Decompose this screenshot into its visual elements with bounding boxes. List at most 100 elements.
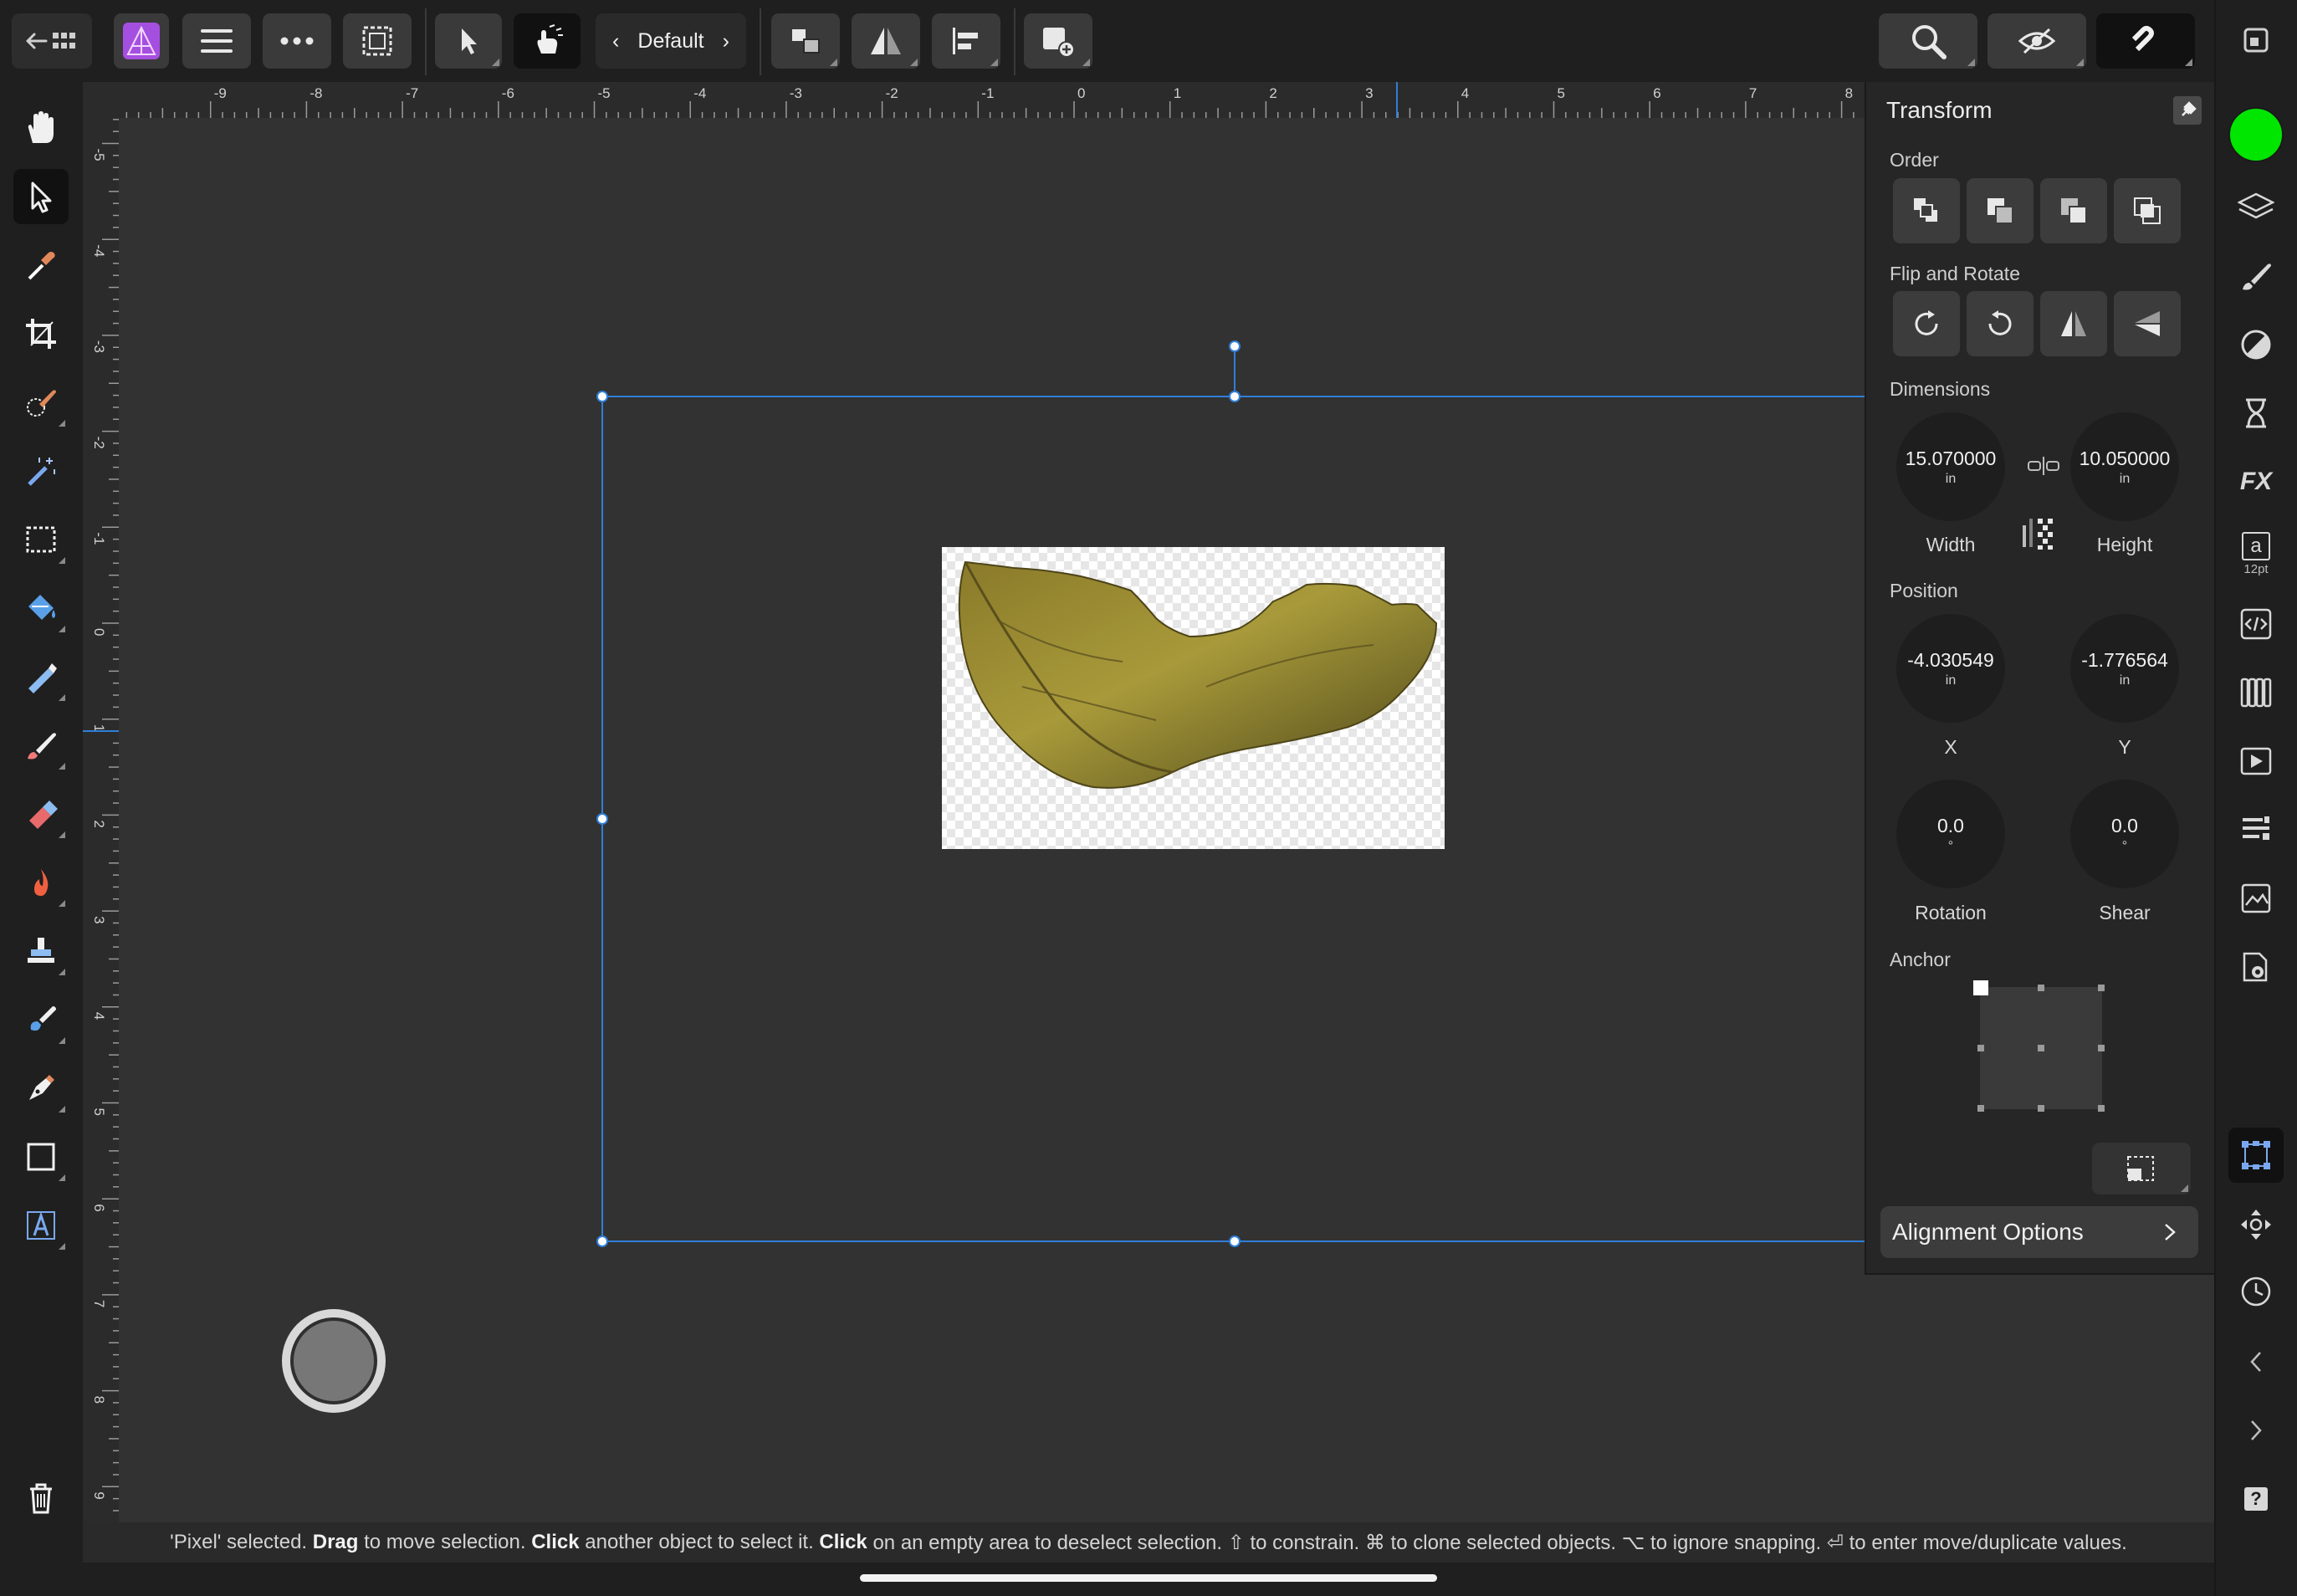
rotate-anticlockwise-button[interactable] — [1967, 291, 2034, 356]
snapping-button[interactable] — [1879, 13, 1977, 69]
photo-persona-button[interactable] — [114, 13, 169, 69]
ruler-tick-label: -6 — [502, 85, 514, 101]
delete-button[interactable] — [13, 1471, 69, 1526]
stamp-icon — [28, 938, 54, 963]
brush-ruler-icon — [28, 663, 57, 693]
scale-with-object-icon[interactable] — [2021, 517, 2059, 550]
chevron-right-icon[interactable]: › — [723, 29, 729, 54]
move-back-one-button[interactable] — [1967, 178, 2034, 243]
hide-studio-button[interactable] — [2234, 18, 2278, 62]
menu-button[interactable] — [182, 13, 251, 69]
ruler-tick-label: 3 — [1365, 85, 1373, 101]
magnet-icon — [2131, 25, 2154, 52]
snapping-magnet-button[interactable] — [2096, 13, 2195, 69]
help-icon-label: ? — [2250, 1488, 2262, 1509]
chevron-left-icon[interactable]: ‹ — [612, 29, 619, 54]
flip-icon — [871, 28, 901, 54]
ruler-tick-label: -9 — [214, 85, 227, 101]
view-mode-button[interactable] — [1987, 13, 2086, 69]
channels-studio[interactable] — [2234, 808, 2278, 852]
move-to-front-button[interactable] — [2114, 178, 2181, 243]
transform-origin-button[interactable] — [2092, 1143, 2191, 1194]
clone-stamp-tool[interactable] — [13, 923, 69, 979]
top-toolbar: ‹ Default › — [0, 0, 2297, 82]
rectangular-marquee-tool[interactable] — [13, 512, 69, 567]
studio-preset-selector[interactable]: ‹ Default › — [596, 13, 746, 69]
height-dial[interactable]: 10.050000 in — [2070, 412, 2179, 521]
history-clock-button[interactable] — [2234, 1270, 2278, 1313]
rotation-dial[interactable]: 0.0 ° — [1896, 780, 2005, 888]
fx-studio[interactable]: FX — [2234, 460, 2278, 504]
layers-studio[interactable] — [2234, 186, 2278, 229]
swatches-studio[interactable] — [2234, 671, 2278, 714]
macro-studio[interactable] — [2234, 739, 2278, 783]
pin-panel-button[interactable] — [2173, 96, 2202, 125]
paint-brush-tool[interactable] — [13, 718, 69, 773]
move-mode-button[interactable] — [435, 13, 502, 69]
align-button[interactable] — [932, 13, 1000, 69]
x-position-dial[interactable]: -4.030549 in — [1896, 614, 2005, 723]
move-to-back-button[interactable] — [1893, 178, 1960, 243]
crop-tool[interactable] — [13, 306, 69, 361]
paint-brush-variant-tool[interactable] — [13, 649, 69, 704]
smudge-tool[interactable] — [13, 992, 69, 1047]
selection-overlay — [596, 340, 1865, 1247]
arrange-button[interactable] — [771, 13, 840, 69]
view-tool[interactable] — [13, 100, 69, 156]
brushes-studio[interactable] — [2234, 254, 2278, 298]
pen-nib-icon — [29, 1075, 54, 1100]
cursor-icon — [31, 182, 52, 213]
color-picker-tool[interactable] — [13, 238, 69, 293]
primary-color-swatch[interactable] — [2228, 107, 2284, 162]
burn-tool[interactable] — [13, 855, 69, 910]
flip-button[interactable] — [852, 13, 920, 69]
shear-caption: Shear — [2099, 902, 2151, 923]
redo-button[interactable] — [2234, 1409, 2278, 1452]
shear-dial[interactable]: 0.0 ° — [2070, 780, 2179, 888]
transform-studio[interactable] — [2228, 1128, 2284, 1183]
navigator-studio[interactable] — [2234, 877, 2278, 920]
anchor-point — [2098, 1045, 2105, 1051]
artistic-text-tool[interactable] — [13, 1198, 69, 1253]
adjustments-studio[interactable] — [2234, 323, 2278, 366]
document-canvas[interactable] — [119, 118, 1865, 1522]
home-indicator[interactable] — [860, 1574, 1437, 1582]
selection-marquee-button[interactable] — [343, 13, 412, 69]
width-dial[interactable]: 15.070000 in — [1896, 412, 2005, 521]
hand-touch-icon — [537, 24, 563, 54]
dropdown-corner — [910, 59, 918, 66]
undo-button[interactable] — [2234, 1340, 2278, 1384]
alignment-options-button[interactable]: Alignment Options — [1880, 1206, 2198, 1258]
help-button[interactable]: ? — [2234, 1477, 2278, 1521]
flood-select-tool[interactable] — [13, 443, 69, 499]
ruler-tick-label: 4 — [1461, 85, 1469, 101]
move-tool[interactable] — [13, 169, 69, 224]
rectangle-tool[interactable] — [13, 1129, 69, 1184]
text-styles-studio[interactable]: a 12pt — [2234, 529, 2278, 579]
toolbar-separator — [760, 8, 761, 75]
document-settings-studio[interactable] — [2234, 945, 2278, 989]
move-forward-one-button[interactable] — [2040, 178, 2107, 243]
fill-tool[interactable] — [13, 581, 69, 636]
y-position-dial[interactable]: -1.776564 in — [2070, 614, 2179, 723]
rotate-clockwise-button[interactable] — [1893, 291, 1960, 356]
anchor-grid[interactable] — [1970, 977, 2112, 1119]
channels-icon — [2243, 816, 2269, 840]
pen-tool[interactable] — [13, 1061, 69, 1116]
flip-vertical-button[interactable] — [2114, 291, 2181, 356]
flip-horizontal-button[interactable] — [2040, 291, 2107, 356]
pin-icon — [2182, 101, 2197, 116]
command-controller-button[interactable] — [282, 1309, 386, 1413]
move-nudge-button[interactable] — [2234, 1203, 2278, 1246]
magic-wand-icon — [28, 458, 55, 486]
html-studio[interactable] — [2234, 602, 2278, 646]
touch-select-button[interactable] — [514, 13, 581, 69]
x-value: -4.030549 — [1907, 648, 1994, 671]
add-layer-button[interactable] — [1024, 13, 1092, 69]
erase-brush-tool[interactable] — [13, 786, 69, 841]
link-dimensions-icon[interactable] — [2027, 455, 2060, 477]
history-studio[interactable] — [2234, 391, 2278, 435]
selection-brush-tool[interactable] — [13, 375, 69, 430]
more-button[interactable] — [263, 13, 331, 69]
back-to-gallery-button[interactable] — [12, 13, 92, 69]
